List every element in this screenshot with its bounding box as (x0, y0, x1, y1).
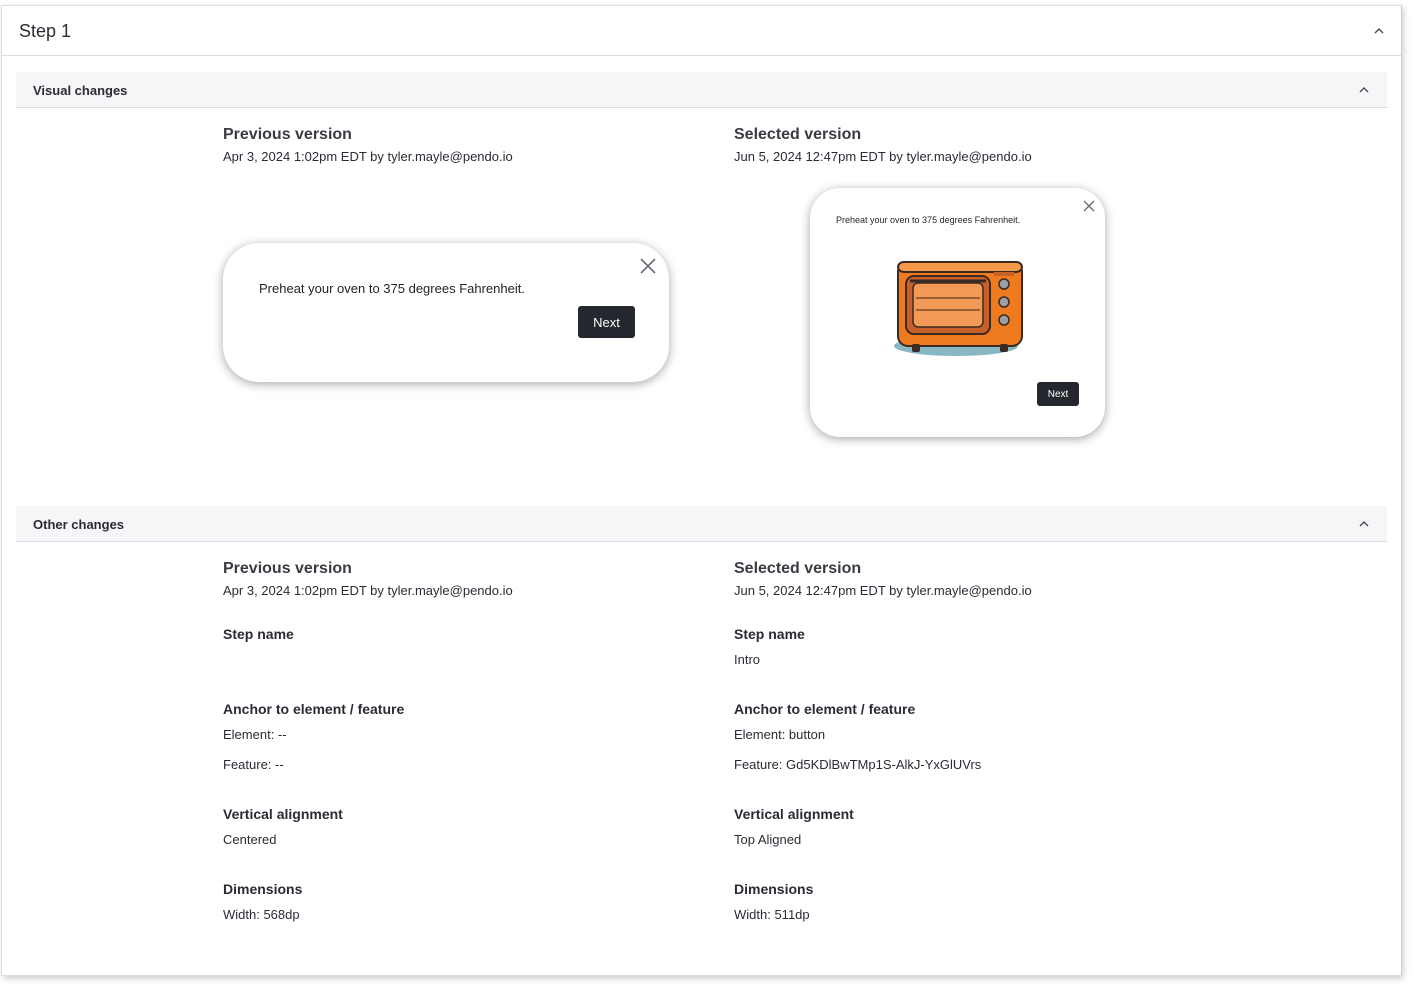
selected-version-meta: Jun 5, 2024 12:47pm EDT by tyler.mayle@p… (734, 583, 1032, 598)
vertical-alignment-value: Centered (223, 832, 277, 847)
next-button[interactable]: Next (1037, 382, 1079, 406)
width-value: Width: 511dp (734, 907, 810, 922)
section-title: Visual changes (33, 83, 128, 98)
dimensions-label: Dimensions (223, 881, 303, 897)
guide-text: Preheat your oven to 375 degrees Fahrenh… (259, 281, 525, 296)
other-changes-header[interactable]: Other changes (16, 506, 1387, 542)
step-name-label: Step name (734, 626, 805, 642)
previous-version-meta: Apr 3, 2024 1:02pm EDT by tyler.mayle@pe… (223, 583, 513, 598)
step-title: Step 1 (19, 21, 72, 41)
dimensions-label: Dimensions (734, 881, 814, 897)
close-icon[interactable] (640, 258, 656, 279)
width-value: Width: 568dp (223, 907, 300, 922)
selected-version-meta: Jun 5, 2024 12:47pm EDT by tyler.mayle@p… (734, 149, 1032, 164)
anchor-label: Anchor to element / feature (223, 701, 405, 717)
toaster-oven-image (890, 246, 1024, 363)
element-value: Element: -- (223, 727, 287, 742)
feature-value: Feature: -- (223, 757, 284, 772)
chevron-up-icon[interactable] (1374, 27, 1384, 36)
step-header[interactable]: Step 1 (2, 6, 1401, 56)
vertical-alignment-label: Vertical alignment (223, 806, 343, 822)
previous-guide-preview: Preheat your oven to 375 degrees Fahrenh… (223, 243, 669, 382)
chevron-up-icon[interactable] (1359, 520, 1369, 529)
previous-version-meta: Apr 3, 2024 1:02pm EDT by tyler.mayle@pe… (223, 149, 513, 164)
feature-value: Feature: Gd5KDlBwTMp1S-AlkJ-YxGlUVrs (734, 757, 982, 772)
anchor-label: Anchor to element / feature (734, 701, 916, 717)
vertical-alignment-label: Vertical alignment (734, 806, 854, 822)
vertical-alignment-value: Top Aligned (734, 832, 802, 847)
section-title: Other changes (33, 517, 125, 532)
step-name-label: Step name (223, 626, 294, 642)
previous-version-heading: Previous version (223, 126, 352, 143)
element-value: Element: button (734, 727, 826, 742)
selected-guide-preview: Preheat your oven to 375 degrees Fahrenh… (810, 188, 1105, 437)
selected-version-heading: Selected version (734, 560, 862, 577)
close-icon[interactable] (1083, 199, 1095, 217)
selected-version-heading: Selected version (734, 126, 862, 143)
step-panel: Step 1 Visual changes Previous version A… (1, 5, 1402, 976)
previous-version-heading: Previous version (223, 560, 352, 577)
step-name-value: Intro (734, 652, 761, 667)
chevron-up-icon[interactable] (1359, 86, 1369, 95)
guide-text: Preheat your oven to 375 degrees Fahrenh… (836, 215, 1021, 225)
visual-changes-header[interactable]: Visual changes (16, 72, 1387, 108)
next-button[interactable]: Next (578, 306, 635, 338)
